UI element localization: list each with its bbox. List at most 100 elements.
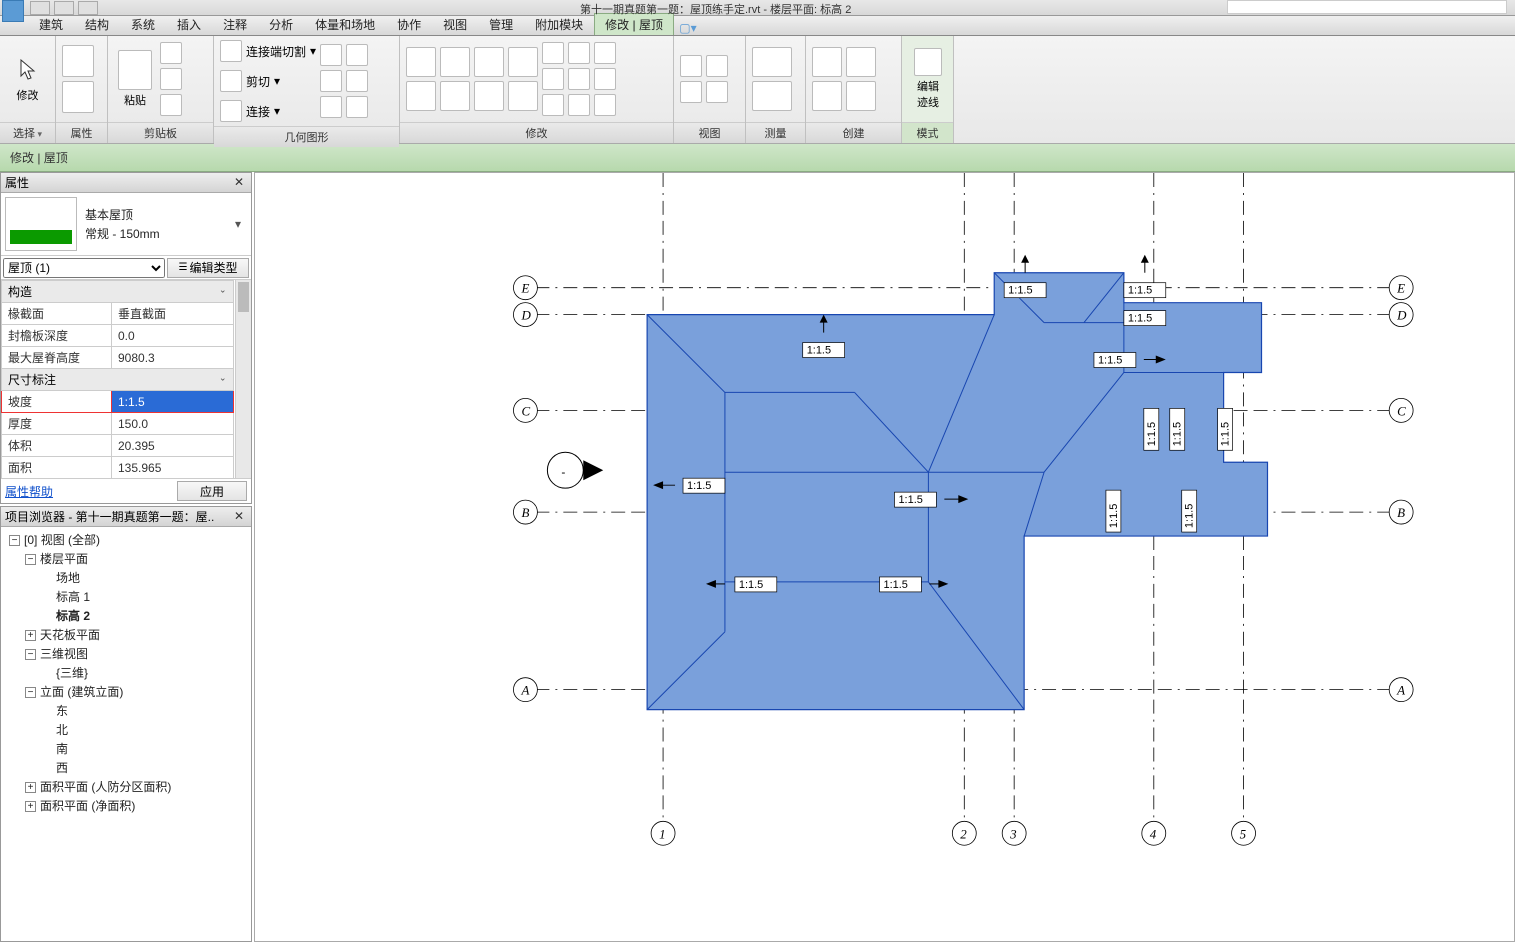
tab-massing[interactable]: 体量和场地: [304, 13, 386, 35]
tree-item[interactable]: 北: [41, 721, 247, 740]
group-dimensions[interactable]: 尺寸标注: [2, 369, 234, 391]
collapse-icon[interactable]: −: [25, 687, 36, 698]
slope-label[interactable]: 1:1.5: [1218, 408, 1233, 450]
view-icon[interactable]: [680, 81, 702, 103]
tree-elev[interactable]: −立面 (建筑立面) 东 北 南 西: [25, 683, 247, 778]
cope-button[interactable]: 连接端切割▾: [220, 40, 316, 62]
array-icon[interactable]: [542, 42, 564, 64]
geom-icon[interactable]: [346, 70, 368, 92]
join-button[interactable]: 连接▾: [220, 100, 280, 122]
grp-icon[interactable]: [568, 42, 590, 64]
instance-filter[interactable]: 屋顶 (1): [3, 258, 165, 278]
roof-footprint[interactable]: [647, 273, 1267, 710]
view-icon[interactable]: [680, 55, 702, 77]
pin-icon[interactable]: [542, 94, 564, 116]
tab-systems[interactable]: 系统: [120, 13, 166, 35]
paste-button[interactable]: 粘贴: [114, 46, 156, 112]
tab-insert[interactable]: 插入: [166, 13, 212, 35]
edit-footprint-button[interactable]: 编辑 迹线: [908, 44, 948, 114]
create-icon[interactable]: [846, 81, 876, 111]
slope-label[interactable]: 1:1.5: [1124, 311, 1166, 326]
split-icon[interactable]: [508, 81, 538, 111]
geom-icon[interactable]: [320, 44, 342, 66]
grp-icon[interactable]: [568, 68, 590, 90]
prop-row[interactable]: 厚度150.0: [2, 413, 234, 435]
expand-icon[interactable]: +: [25, 801, 36, 812]
apply-button[interactable]: 应用: [177, 481, 247, 501]
prop-row-slope[interactable]: 坡度1:1.5: [2, 391, 234, 413]
slope-label[interactable]: 1:1.5: [1144, 408, 1159, 450]
prop-row[interactable]: 最大屋脊高度9080.3: [2, 347, 234, 369]
app-icon[interactable]: [2, 0, 24, 22]
copy-icon[interactable]: [160, 68, 182, 90]
tree-item[interactable]: 西: [41, 759, 247, 778]
prop-row[interactable]: 封檐板深度0.0: [2, 325, 234, 347]
prop-row[interactable]: 面积135.965: [2, 457, 234, 479]
prop-row[interactable]: 椽截面垂直截面: [2, 303, 234, 325]
tree-ceiling[interactable]: +天花板平面: [25, 626, 247, 645]
tab-expand-icon[interactable]: ▢▾: [674, 21, 702, 35]
dimension-icon[interactable]: [752, 81, 792, 111]
browser-header[interactable]: 项目浏览器 - 第十一期真题第一题：屋... ✕: [1, 507, 251, 527]
align-icon[interactable]: [406, 47, 436, 77]
slope-label[interactable]: 1:1.5: [1124, 255, 1166, 298]
gridline-E[interactable]: E E: [513, 276, 1413, 300]
tree-3d[interactable]: −三维视图 {三维}: [25, 645, 247, 683]
match-icon[interactable]: [160, 94, 182, 116]
grp-icon[interactable]: [568, 94, 590, 116]
properties-icon[interactable]: [62, 45, 94, 77]
tab-structure[interactable]: 结构: [74, 13, 120, 35]
del-icon[interactable]: [594, 94, 616, 116]
tree-item[interactable]: 场地: [41, 569, 247, 588]
geom-icon[interactable]: [346, 44, 368, 66]
tab-annotate[interactable]: 注释: [212, 13, 258, 35]
type-properties-icon[interactable]: [62, 81, 94, 113]
tree-item[interactable]: 南: [41, 740, 247, 759]
tree-item[interactable]: 标高 2: [41, 607, 247, 626]
tab-manage[interactable]: 管理: [478, 13, 524, 35]
measure-icon[interactable]: [752, 47, 792, 77]
elevation-marker[interactable]: -: [547, 452, 603, 488]
tab-collab[interactable]: 协作: [386, 13, 432, 35]
tree-root[interactable]: −[0] 视图 (全部) −楼层平面 场地 标高 1 标高 2 +天花板平面 −…: [9, 531, 247, 816]
tree-item[interactable]: {三维}: [41, 664, 247, 683]
expand-icon[interactable]: +: [25, 782, 36, 793]
rotate-icon[interactable]: [474, 81, 504, 111]
slope-label[interactable]: 1:1.5: [1106, 490, 1121, 532]
tab-view[interactable]: 视图: [432, 13, 478, 35]
create-icon[interactable]: [812, 81, 842, 111]
scrollbar[interactable]: [235, 280, 251, 478]
slope-label[interactable]: 1:1.5: [1170, 408, 1185, 450]
geom-icon[interactable]: [346, 96, 368, 118]
collapse-icon[interactable]: −: [25, 649, 36, 660]
close-icon[interactable]: ✕: [231, 175, 247, 191]
modify-button[interactable]: 修改: [6, 51, 49, 107]
collapse-icon[interactable]: −: [9, 535, 20, 546]
mirror-icon[interactable]: [474, 47, 504, 77]
cut-geom-button[interactable]: 剪切▾: [220, 70, 280, 92]
copy-icon[interactable]: [440, 81, 470, 111]
panel-select[interactable]: 选择: [0, 122, 55, 143]
chevron-down-icon[interactable]: ▾: [229, 217, 247, 231]
close-icon[interactable]: ✕: [231, 509, 247, 525]
collapse-icon[interactable]: −: [25, 554, 36, 565]
tree-area2[interactable]: +面积平面 (净面积): [25, 797, 247, 816]
tab-architecture[interactable]: 建筑: [28, 13, 74, 35]
tree-item[interactable]: 标高 1: [41, 588, 247, 607]
tab-analyze[interactable]: 分析: [258, 13, 304, 35]
view-icon[interactable]: [706, 81, 728, 103]
offset-icon[interactable]: [440, 47, 470, 77]
tree-area1[interactable]: +面积平面 (人防分区面积): [25, 778, 247, 797]
del-icon[interactable]: [594, 42, 616, 64]
create-icon[interactable]: [812, 47, 842, 77]
scale-icon[interactable]: [542, 68, 564, 90]
edit-type-button[interactable]: ☰编辑类型: [167, 258, 249, 278]
properties-help-link[interactable]: 属性帮助: [5, 483, 53, 500]
expand-icon[interactable]: +: [25, 630, 36, 641]
type-selector[interactable]: 基本屋顶 常规 - 150mm ▾: [1, 193, 251, 256]
properties-header[interactable]: 属性 ✕: [1, 173, 251, 193]
view-icon[interactable]: [706, 55, 728, 77]
tree-item[interactable]: 东: [41, 702, 247, 721]
move-icon[interactable]: [406, 81, 436, 111]
geom-icon[interactable]: [320, 70, 342, 92]
